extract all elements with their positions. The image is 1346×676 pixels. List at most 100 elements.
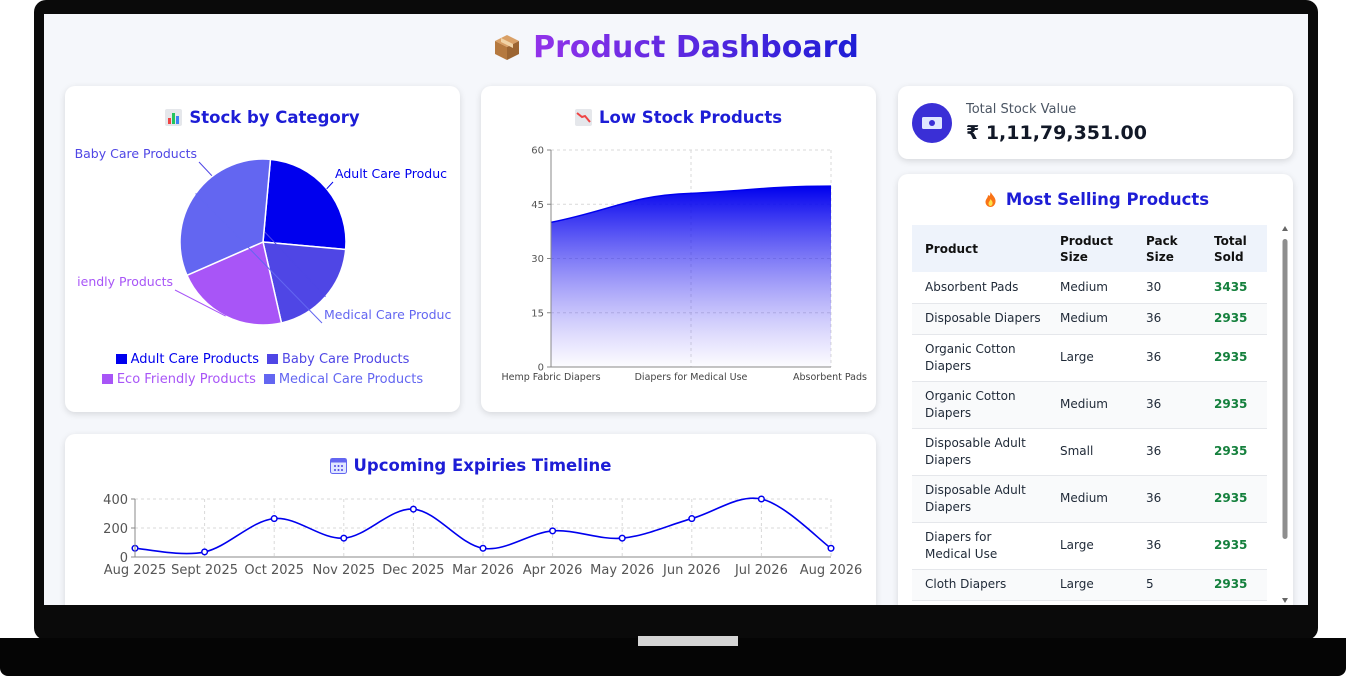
table-row[interactable]: Cloth Diapers Large 5 2935 bbox=[912, 569, 1267, 601]
low-stock-header: Low Stock Products bbox=[481, 108, 876, 127]
data-point bbox=[201, 548, 209, 556]
cell-pack: 30 bbox=[1133, 272, 1201, 304]
cell-size: Medium bbox=[1047, 381, 1133, 429]
legend-item[interactable]: Baby Care Products bbox=[267, 350, 409, 370]
table-row[interactable]: Disposable Adult Diapers Small 36 2935 bbox=[912, 428, 1267, 476]
cell-product: Disposable Adult Diapers bbox=[912, 475, 1047, 523]
x-tick-label: Jul 2026 bbox=[734, 563, 788, 578]
cell-pack: 36 bbox=[1133, 334, 1201, 382]
cell-size: Medium bbox=[1047, 475, 1133, 523]
cell-product: Disposable Diapers bbox=[912, 303, 1047, 335]
data-point bbox=[409, 505, 417, 513]
legend-item[interactable]: Medical Care Products bbox=[263, 370, 424, 390]
y-tick-label: 45 bbox=[531, 200, 544, 211]
column-header-total-sold: Total Sold bbox=[1201, 225, 1267, 272]
expiries-card: Upcoming Expiries Timeline 0 200 400 Aug 20… bbox=[65, 434, 876, 605]
table-row[interactable]: Disposable Diapers Medium 36 2935 bbox=[912, 303, 1267, 335]
cell-size: Small bbox=[1047, 428, 1133, 476]
legend-item[interactable]: Eco Friendly Products bbox=[101, 370, 256, 390]
table-scrollbar[interactable] bbox=[1281, 226, 1289, 605]
cell-product: Disposable Adult Diapers bbox=[912, 428, 1047, 476]
most-selling-header: Most Selling Products bbox=[898, 190, 1293, 209]
data-point bbox=[479, 544, 487, 552]
line-chart: 0200400Aug 2025 Sept 2025 Oct 2025 Nov 2025… bbox=[103, 493, 863, 578]
table-row[interactable]: Organic Cotton Diapers Medium 36 2935 bbox=[912, 381, 1267, 429]
x-tick-label: Hemp Fabric Diapers bbox=[501, 372, 600, 383]
expiries-header: Upcoming Expiries Timeline bbox=[65, 456, 876, 475]
y-tick-label: 400 bbox=[103, 493, 128, 508]
column-header-pack-size: Pack Size bbox=[1133, 225, 1201, 272]
cell-pack: 36 bbox=[1133, 522, 1201, 570]
y-tick-label: 15 bbox=[531, 308, 544, 319]
cell-product: Cloth Diapers bbox=[912, 569, 1047, 601]
cell-size: Medium bbox=[1047, 303, 1133, 335]
pie-slice-label: iendly Products bbox=[77, 274, 173, 289]
chart-decreasing-icon bbox=[574, 109, 592, 126]
data-point bbox=[270, 515, 278, 523]
cell-product: Diapers for Medical Use bbox=[912, 522, 1047, 570]
cell-product: Absorbent Pads bbox=[912, 272, 1047, 304]
table-scroll-area[interactable]: Product Product Size Pack Size Total Sol… bbox=[912, 225, 1267, 603]
x-tick-label: Mar 2026 bbox=[452, 563, 514, 578]
data-point bbox=[757, 495, 765, 503]
most-selling-card: Most Selling Products Product Product Si… bbox=[898, 174, 1293, 605]
table-row[interactable]: Disposable Adult Diapers Medium 36 2935 bbox=[912, 475, 1267, 523]
x-tick-label: Nov 2025 bbox=[313, 563, 376, 578]
legend-swatch bbox=[263, 374, 275, 384]
column-header-product: Product bbox=[912, 225, 1047, 272]
data-point bbox=[549, 527, 557, 535]
total-stock-value: ₹ 1,11,79,351.00 bbox=[966, 122, 1147, 144]
x-tick-label: Oct 2025 bbox=[244, 563, 304, 578]
cell-sold: 2935 bbox=[1201, 381, 1267, 429]
pie-legend: Adult Care Products Baby Care Products Eco… bbox=[65, 350, 460, 390]
cell-pack: 36 bbox=[1133, 381, 1201, 429]
pie-slice bbox=[262, 158, 347, 251]
page-title-row: Product Dashboard bbox=[44, 30, 1308, 65]
page-title: Product Dashboard bbox=[533, 30, 859, 65]
cell-size: Medium bbox=[1047, 272, 1133, 304]
x-tick-label: Sept 2025 bbox=[171, 563, 238, 578]
data-point bbox=[340, 534, 348, 542]
table-row[interactable]: Diapers for Medical Use Large 36 2935 bbox=[912, 522, 1267, 570]
area-fill bbox=[551, 186, 831, 367]
x-tick-label: Dec 2025 bbox=[382, 563, 444, 578]
cell-pack: 36 bbox=[1133, 475, 1201, 523]
stock-by-category-card: Stock by Category Adult Care Produc Baby … bbox=[65, 86, 460, 412]
total-stock-card: Total Stock Value ₹ 1,11,79,351.00 bbox=[898, 86, 1293, 159]
bar-chart-icon bbox=[165, 109, 183, 126]
expiries-title: Upcoming Expiries Timeline bbox=[353, 456, 612, 475]
low-stock-card: Low Stock Products 0 15 30 45 60 Hemp Fabric … bbox=[481, 86, 876, 412]
stock-by-category-title: Stock by Category bbox=[189, 108, 360, 127]
legend-swatch bbox=[101, 374, 113, 384]
cell-sold: 2935 bbox=[1201, 475, 1267, 523]
legend-item[interactable]: Adult Care Products bbox=[115, 350, 260, 370]
cell-sold: 2935 bbox=[1201, 428, 1267, 476]
data-point bbox=[618, 534, 626, 542]
data-point bbox=[688, 515, 696, 523]
laptop-notch bbox=[638, 636, 738, 646]
table-row[interactable]: Organic Cotton Diapers Large 36 2935 bbox=[912, 334, 1267, 382]
column-header-product-size: Product Size bbox=[1047, 225, 1133, 272]
most-selling-title: Most Selling Products bbox=[1005, 190, 1210, 209]
legend-row: Eco Friendly Products Medical Care Produc… bbox=[65, 370, 460, 390]
legend-swatch bbox=[115, 354, 127, 364]
legend-label: Medical Care Products bbox=[278, 372, 424, 387]
cell-pack: 5 bbox=[1133, 569, 1201, 601]
pie-slice-label: Baby Care Products bbox=[75, 146, 197, 161]
y-tick-label: 60 bbox=[531, 146, 544, 157]
table-row[interactable]: Absorbent Pads Medium 30 3435 bbox=[912, 272, 1267, 304]
legend-row: Adult Care Products Baby Care Products bbox=[65, 350, 460, 370]
x-tick-label: Apr 2026 bbox=[523, 563, 583, 578]
x-tick-label: May 2026 bbox=[590, 563, 654, 578]
cell-sold: 2935 bbox=[1201, 522, 1267, 570]
x-tick-label: Aug 2026 bbox=[800, 563, 863, 578]
x-tick-label: Aug 2025 bbox=[104, 563, 167, 578]
stock-by-category-header: Stock by Category bbox=[65, 108, 460, 127]
pie-label-line bbox=[326, 181, 334, 190]
legend-label: Adult Care Products bbox=[130, 352, 260, 367]
pie-slice-label: Adult Care Produc bbox=[335, 166, 447, 181]
cell-sold: 3435 bbox=[1201, 272, 1267, 304]
dashboard-screen: Product Dashboard Stock by Category Adul… bbox=[44, 14, 1308, 605]
x-tick-label: Diapers for Medical Use bbox=[635, 372, 748, 383]
low-stock-title: Low Stock Products bbox=[598, 108, 783, 127]
